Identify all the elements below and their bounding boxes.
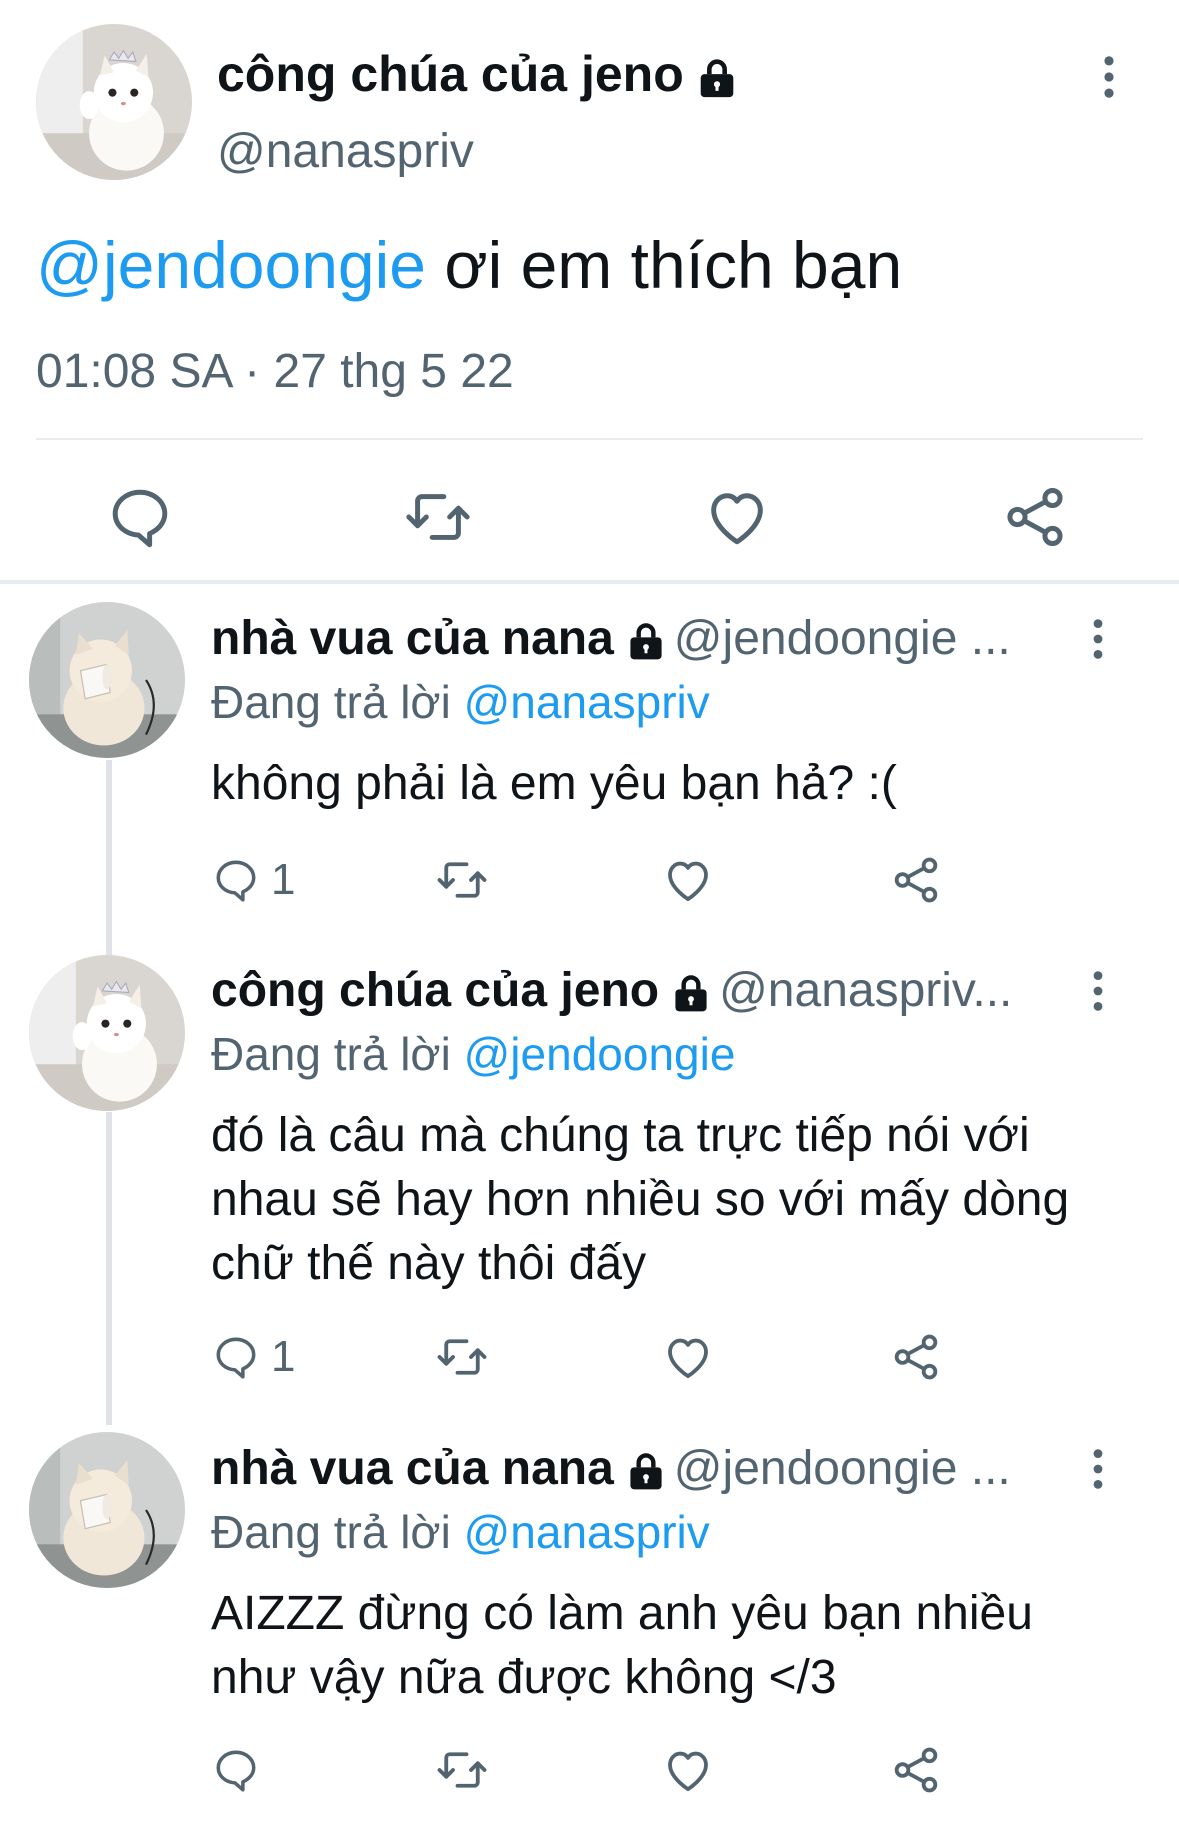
avatar[interactable] xyxy=(29,1432,185,1588)
more-options-icon[interactable] xyxy=(1091,969,1105,1013)
retweet-icon xyxy=(435,1330,489,1384)
retweet-icon xyxy=(435,1743,489,1797)
replying-to: Đang trả lời @nanaspriv xyxy=(211,1503,710,1561)
author-handle[interactable]: @nanaspriv xyxy=(217,122,474,182)
reply-text: không phải là em yêu bạn hả? :( xyxy=(211,757,897,810)
section-divider xyxy=(0,580,1179,584)
cat-king-avatar-image xyxy=(29,1432,185,1588)
replying-to-handle[interactable]: @nanaspriv xyxy=(464,1506,710,1558)
share-button[interactable] xyxy=(889,850,943,910)
thread-line xyxy=(106,760,112,955)
avatar[interactable] xyxy=(29,602,185,758)
reply-count: 1 xyxy=(271,1332,296,1381)
more-options-icon[interactable] xyxy=(1091,1447,1105,1491)
reply-text: AIZZZ đừng có làm anh yêu bạn nhiều như … xyxy=(211,1587,1033,1704)
like-icon xyxy=(661,1330,715,1384)
reply-icon xyxy=(211,855,261,905)
tweet-text: @jendoongie ơi em thích bạn xyxy=(36,225,902,305)
like-icon xyxy=(661,1743,715,1797)
share-button[interactable] xyxy=(889,1327,943,1387)
replying-to: Đang trả lời @nanaspriv xyxy=(211,673,710,731)
retweet-button[interactable] xyxy=(435,1327,489,1387)
replying-prefix: Đang trả lời xyxy=(211,1506,451,1558)
share-icon[interactable] xyxy=(1000,482,1070,552)
reply-action-bar: 1 xyxy=(211,850,971,910)
author-name-row: công chúa của jeno xyxy=(217,44,740,104)
share-icon xyxy=(889,853,943,907)
replying-prefix: Đang trả lời xyxy=(211,1028,451,1080)
lock-icon xyxy=(669,971,713,1015)
like-icon[interactable] xyxy=(702,482,772,552)
retweet-button[interactable] xyxy=(435,850,489,910)
cat-king-avatar-image xyxy=(29,602,185,758)
replying-to-handle[interactable]: @jendoongie xyxy=(464,1028,736,1080)
mention-link[interactable]: @jendoongie xyxy=(36,228,426,302)
reply-action-bar xyxy=(211,1740,971,1800)
like-icon xyxy=(661,853,715,907)
reply-icon[interactable] xyxy=(105,482,175,552)
replying-to-handle[interactable]: @nanaspriv xyxy=(464,676,710,728)
reply-header: công chúa của jeno @nanaspriv... xyxy=(211,962,1061,1020)
like-button[interactable] xyxy=(661,1327,715,1387)
author-name[interactable]: công chúa của jeno xyxy=(217,46,684,102)
avatar[interactable] xyxy=(36,24,192,180)
thread-line xyxy=(106,1112,112,1425)
retweet-icon xyxy=(435,853,489,907)
reply-header: nhà vua của nana @jendoongie ... xyxy=(211,1440,1061,1498)
reply-header: nhà vua của nana @jendoongie ... xyxy=(211,610,1061,668)
share-button[interactable] xyxy=(889,1740,943,1800)
lock-icon xyxy=(624,1449,668,1493)
reply-button[interactable]: 1 xyxy=(211,1327,295,1387)
author-name[interactable]: nhà vua của nana xyxy=(211,612,614,665)
author-handle[interactable]: @nanaspriv... xyxy=(719,964,1012,1017)
tweet-timestamp[interactable]: 01:08 SA · 27 thg 5 22 xyxy=(36,342,514,402)
tweet-body: ơi em thích bạn xyxy=(425,228,903,302)
reply-icon xyxy=(211,1745,261,1795)
author-handle[interactable]: @jendoongie ... xyxy=(674,1442,1011,1495)
author-handle[interactable]: @jendoongie ... xyxy=(674,612,1011,665)
reply-button[interactable] xyxy=(211,1740,271,1800)
reply-icon xyxy=(211,1332,261,1382)
reply-text: đó là câu mà chúng ta trực tiếp nói với … xyxy=(211,1109,1070,1290)
avatar[interactable] xyxy=(29,955,185,1111)
share-icon xyxy=(889,1743,943,1797)
reply-action-bar: 1 xyxy=(211,1327,971,1387)
lock-icon xyxy=(694,55,740,101)
lock-icon xyxy=(624,619,668,663)
cat-princess-avatar-image xyxy=(36,24,192,180)
author-name[interactable]: công chúa của jeno xyxy=(211,964,659,1017)
share-icon xyxy=(889,1330,943,1384)
divider xyxy=(36,438,1143,440)
retweet-button[interactable] xyxy=(435,1740,489,1800)
cat-princess-avatar-image xyxy=(29,955,185,1111)
like-button[interactable] xyxy=(661,850,715,910)
replying-to: Đang trả lời @jendoongie xyxy=(211,1025,735,1083)
reply-button[interactable]: 1 xyxy=(211,850,295,910)
author-name[interactable]: nhà vua của nana xyxy=(211,1442,614,1495)
retweet-icon[interactable] xyxy=(403,482,473,552)
like-button[interactable] xyxy=(661,1740,715,1800)
more-options-icon[interactable] xyxy=(1102,54,1116,100)
reply-count: 1 xyxy=(271,855,296,904)
replying-prefix: Đang trả lời xyxy=(211,676,451,728)
more-options-icon[interactable] xyxy=(1091,617,1105,661)
